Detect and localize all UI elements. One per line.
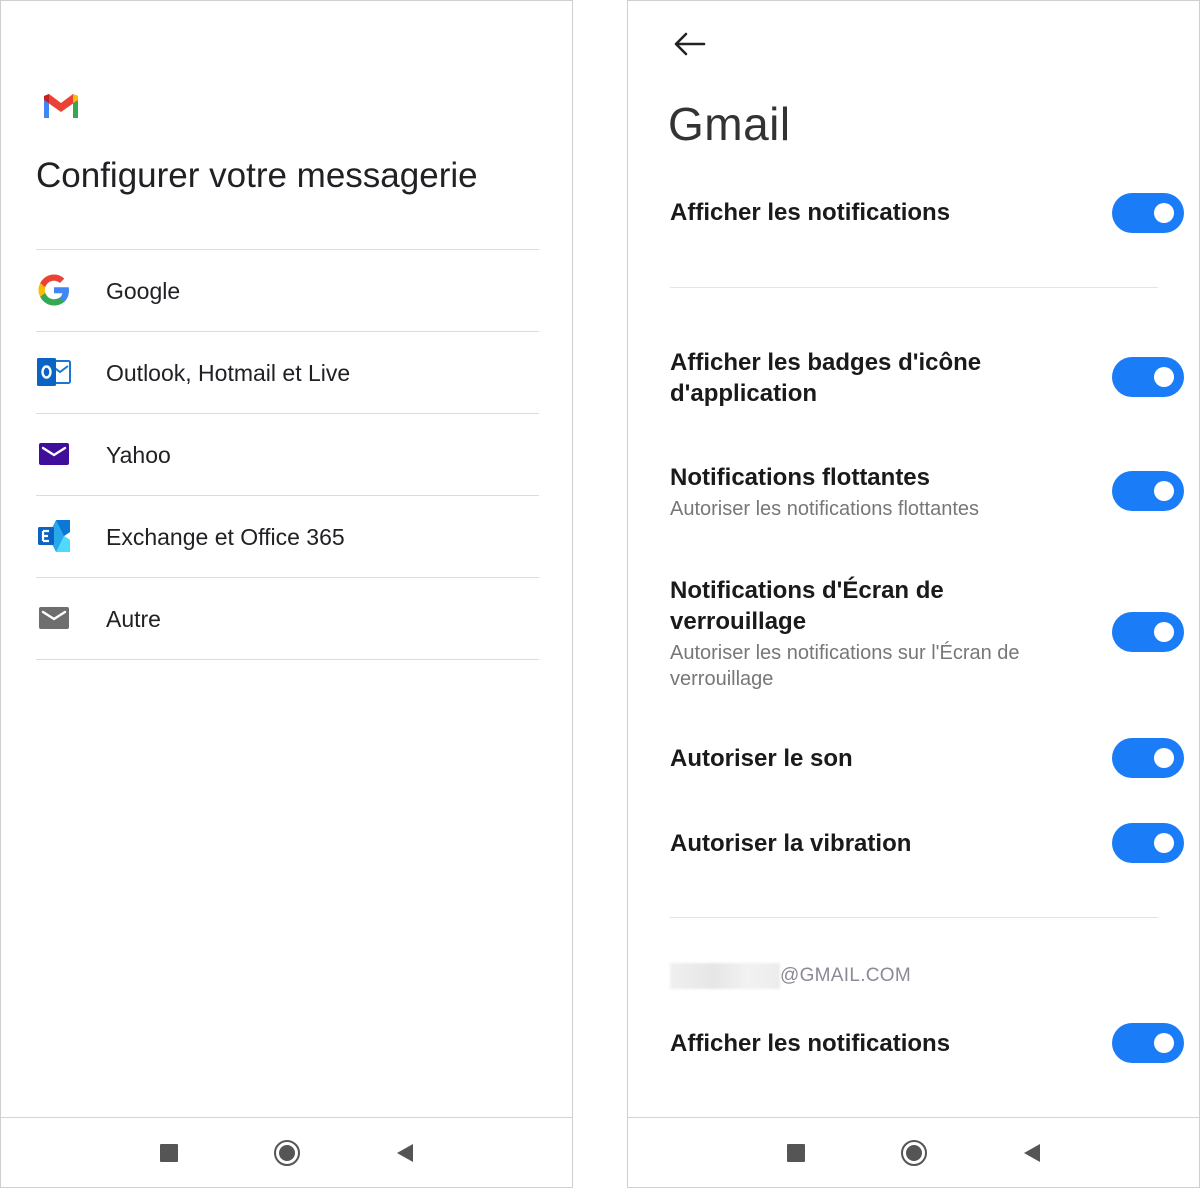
provider-label: Exchange et Office 365: [106, 524, 345, 550]
toggle-knob: [1154, 833, 1174, 853]
setting-subtitle: Autoriser les notifications sur l'Écran …: [670, 642, 1020, 690]
home-icon: [274, 1140, 300, 1166]
exchange-icon: [36, 518, 72, 554]
recents-icon: [787, 1144, 805, 1162]
blurred-account-name: [670, 963, 780, 989]
setting-allow-vibration: Autoriser la vibration: [670, 828, 1160, 859]
setting-title: Afficher les badges d'icône d'applicatio…: [670, 349, 982, 407]
home-button[interactable]: [899, 1138, 929, 1168]
provider-label: Autre: [106, 606, 161, 632]
notification-settings-screen: Gmail Afficher les notifications Affiche…: [627, 0, 1200, 1188]
toggle-knob: [1154, 203, 1174, 223]
navigation-bar: [1, 1117, 572, 1187]
back-button[interactable]: [390, 1138, 420, 1168]
toggle-knob: [1154, 748, 1174, 768]
setting-allow-sound: Autoriser le son: [670, 743, 1160, 774]
setting-app-icon-badges: Afficher les badges d'icône d'applicatio…: [670, 347, 1160, 409]
provider-label: Outlook, Hotmail et Live: [106, 360, 351, 386]
toggle-app-icon-badges[interactable]: [1112, 357, 1184, 397]
divider: [670, 287, 1158, 288]
home-button[interactable]: [272, 1138, 302, 1168]
recents-button[interactable]: [154, 1138, 184, 1168]
back-icon: [397, 1144, 413, 1162]
toggle-allow-sound[interactable]: [1112, 738, 1184, 778]
navigation-bar: [628, 1117, 1199, 1187]
provider-yahoo[interactable]: Yahoo: [36, 414, 539, 496]
page-title: Gmail: [668, 98, 791, 150]
setting-title: Autoriser le son: [670, 745, 853, 772]
outlook-icon: [36, 354, 72, 390]
toggle-knob: [1154, 622, 1174, 642]
divider: [670, 917, 1158, 918]
setting-lock-screen-notifications: Notifications d'Écran de verrouillage Au…: [670, 575, 1160, 692]
provider-list: Google Outlook, Hotmail et Live Yahoo Ex…: [36, 249, 539, 660]
toggle-show-notifications[interactable]: [1112, 193, 1184, 233]
toggle-knob: [1154, 367, 1174, 387]
gmail-icon: [44, 94, 78, 118]
home-icon: [901, 1140, 927, 1166]
toggle-lock-screen-notifications[interactable]: [1112, 612, 1184, 652]
google-icon: [36, 272, 72, 308]
provider-exchange[interactable]: Exchange et Office 365: [36, 496, 539, 578]
provider-outlook[interactable]: Outlook, Hotmail et Live: [36, 332, 539, 414]
back-icon: [1024, 1144, 1040, 1162]
setup-screen: Configurer votre messagerie Google Outlo…: [0, 0, 573, 1188]
provider-label: Google: [106, 278, 181, 304]
provider-other[interactable]: Autre: [36, 578, 539, 660]
account-email-suffix: @GMAIL.COM: [780, 965, 912, 986]
setting-account-show-notifications: Afficher les notifications: [670, 1028, 1160, 1059]
recents-button[interactable]: [781, 1138, 811, 1168]
setting-title: Notifications d'Écran de verrouillage: [670, 577, 944, 635]
setting-title: Afficher les notifications: [670, 1030, 951, 1057]
recents-icon: [160, 1144, 178, 1162]
toggle-allow-vibration[interactable]: [1112, 823, 1184, 863]
mail-icon: [36, 600, 72, 636]
back-arrow-icon[interactable]: [670, 29, 710, 59]
setting-subtitle: Autoriser les notifications flottantes: [670, 498, 980, 520]
provider-google[interactable]: Google: [36, 250, 539, 332]
toggle-knob: [1154, 481, 1174, 501]
setting-floating-notifications: Notifications flottantes Autoriser les n…: [670, 462, 1160, 522]
setting-title: Notifications flottantes: [670, 464, 931, 491]
back-button[interactable]: [1017, 1138, 1047, 1168]
toggle-floating-notifications[interactable]: [1112, 471, 1184, 511]
provider-label: Yahoo: [106, 442, 171, 468]
setting-show-notifications: Afficher les notifications: [670, 197, 1160, 228]
page-title: Configurer votre messagerie: [36, 156, 478, 195]
account-header: @GMAIL.COM: [670, 963, 911, 989]
setting-title: Afficher les notifications: [670, 199, 951, 226]
yahoo-mail-icon: [36, 436, 72, 472]
toggle-account-show-notifications[interactable]: [1112, 1023, 1184, 1063]
setting-title: Autoriser la vibration: [670, 830, 912, 857]
toggle-knob: [1154, 1033, 1174, 1053]
